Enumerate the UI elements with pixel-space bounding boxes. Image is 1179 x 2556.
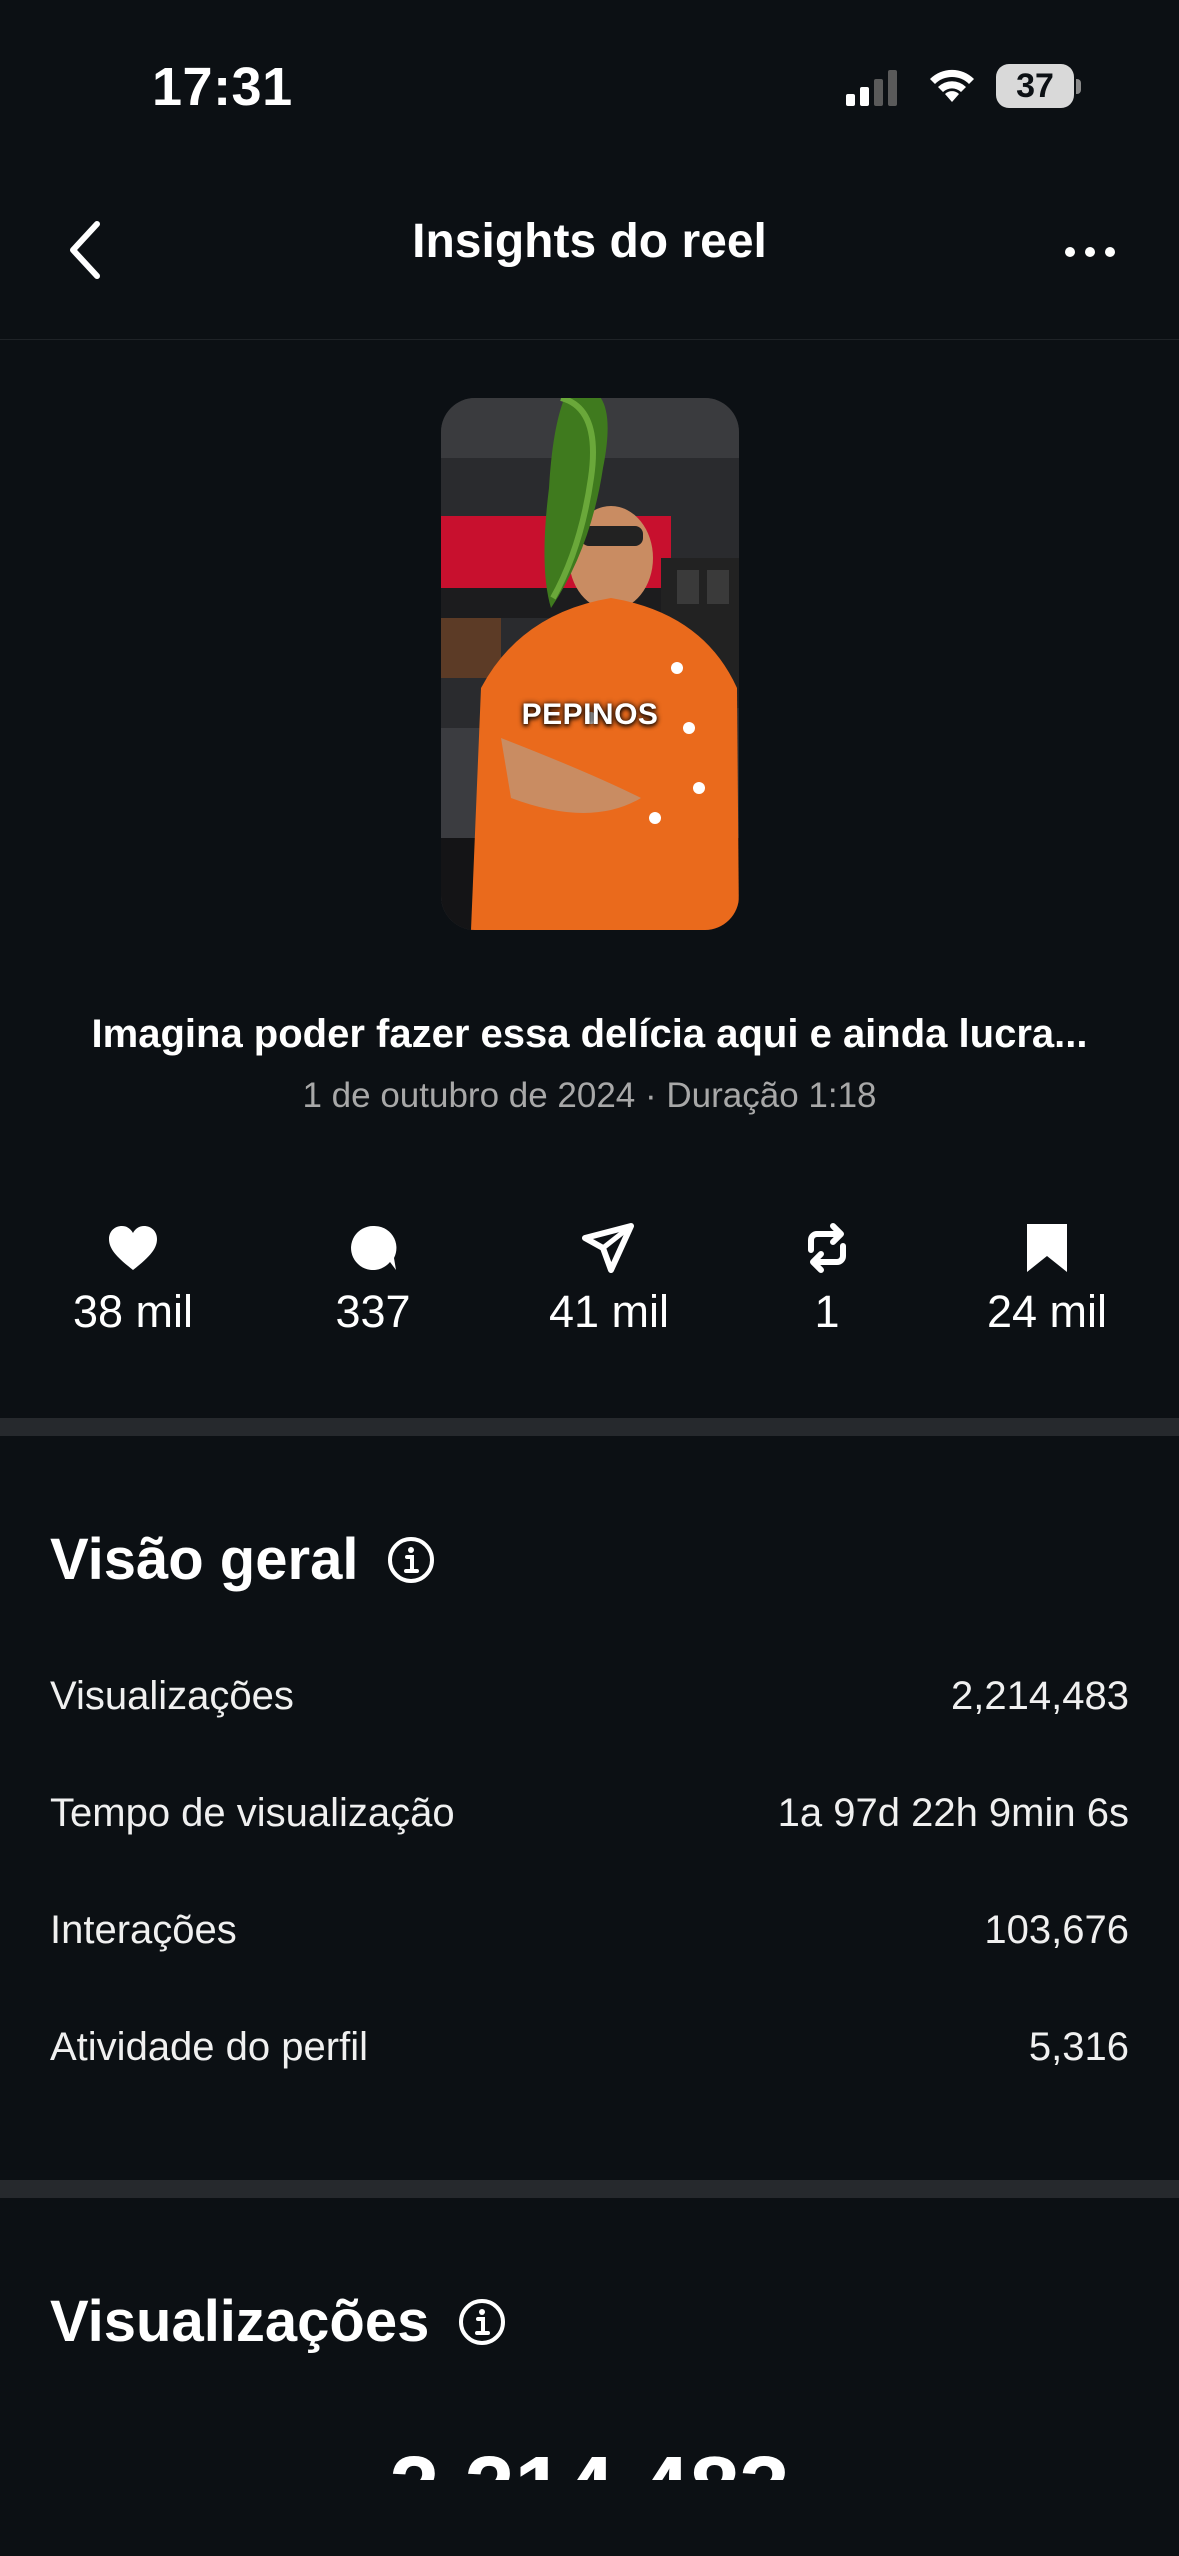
comments-count: 337 <box>335 1286 411 1337</box>
overview-row-watch-time[interactable]: Tempo de visualização 1a 97d 22h 9min 6s <box>50 1791 1129 1851</box>
likes-count: 38 mil <box>72 1286 194 1337</box>
row-label: Visualizações <box>50 1674 294 1718</box>
comments-stat: 337 <box>283 1214 463 1354</box>
views-title: Visualizações <box>50 2289 430 2354</box>
row-value: 1a 97d 22h 9min 6s <box>777 1791 1129 1835</box>
more-dot <box>1085 247 1095 257</box>
share-icon <box>582 1223 634 1273</box>
row-value: 5,316 <box>1028 2025 1129 2069</box>
reposts-count: 1 <box>814 1286 840 1337</box>
shares-count: 41 mil <box>548 1286 670 1337</box>
overview-row-profile-activity[interactable]: Atividade do perfil 5,316 <box>50 2025 1129 2085</box>
likes-stat: 38 mil <box>43 1214 223 1354</box>
wifi-icon <box>930 69 974 102</box>
battery-tip <box>1076 79 1081 94</box>
bookmark-icon <box>1027 1224 1067 1272</box>
views-section-title: Visualizações <box>50 2288 507 2355</box>
views-total: 2,214,483 <box>389 2444 789 2480</box>
row-label: Tempo de visualização <box>50 1791 455 1835</box>
reposts-stat: 1 <box>737 1214 917 1354</box>
comment-icon <box>351 1225 397 1270</box>
row-label: Atividade do perfil <box>50 2025 368 2069</box>
saves-count: 24 mil <box>986 1286 1108 1337</box>
reel-thumbnail[interactable]: PEPINOS <box>441 398 739 930</box>
battery-icon: 37 <box>996 64 1081 110</box>
status-time: 17:31 <box>152 57 293 117</box>
reel-thumbnail-image <box>441 398 739 930</box>
repost-icon <box>808 1223 846 1273</box>
page-title: Insights do reel <box>412 215 767 268</box>
overview-row-interactions[interactable]: Interações 103,676 <box>50 1908 1129 1968</box>
more-options-button[interactable] <box>1055 222 1125 282</box>
more-dot <box>1105 247 1115 257</box>
navigation-bar: Insights do reel <box>0 170 1179 340</box>
heart-icon <box>109 1226 157 1270</box>
row-label: Interações <box>50 1908 237 1952</box>
section-divider <box>0 2180 1179 2198</box>
status-bar: 17:31 37 <box>0 0 1179 170</box>
more-dot <box>1065 247 1075 257</box>
saves-stat: 24 mil <box>957 1214 1137 1354</box>
row-value: 2,214,483 <box>951 1674 1129 1718</box>
reel-caption: Imagina poder fazer essa delícia aqui e … <box>91 1012 1088 1056</box>
row-value: 103,676 <box>984 1908 1129 1952</box>
info-icon[interactable] <box>386 1535 436 1585</box>
shares-stat: 41 mil <box>519 1214 699 1354</box>
reel-meta: 1 de outubro de 2024 · Duração 1:18 <box>302 1076 877 1115</box>
engagement-stats: 38 mil 337 41 mil 1 24 mil <box>0 1214 1179 1354</box>
battery-level: 37 <box>996 64 1074 108</box>
overview-title: Visão geral <box>50 1527 359 1592</box>
cellular-signal-icon <box>846 70 897 106</box>
info-icon[interactable] <box>457 2297 507 2347</box>
bottom-fade <box>0 2480 1179 2556</box>
overview-section-title: Visão geral <box>50 1526 436 1593</box>
thumbnail-text: PEPINOS <box>521 698 659 731</box>
views-total-clipped: 2,214,483 <box>0 2444 1179 2480</box>
section-divider <box>0 1418 1179 1436</box>
overview-row-views[interactable]: Visualizações 2,214,483 <box>50 1674 1129 1734</box>
